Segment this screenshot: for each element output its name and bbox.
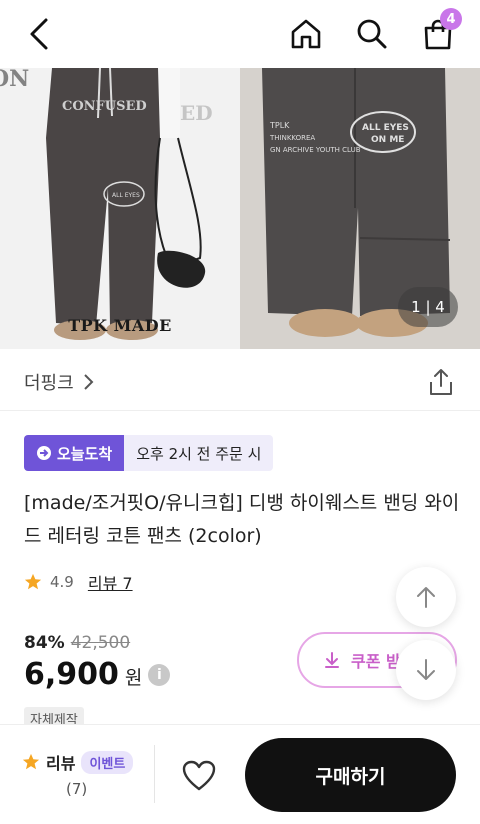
share-icon <box>430 369 452 395</box>
svg-text:THINKKOREA: THINKKOREA <box>269 134 315 142</box>
download-icon <box>325 652 339 668</box>
currency-unit: 원 <box>124 667 143 689</box>
bottom-action-bar: 리뷰 이벤트 (7) 구매하기 <box>0 724 480 824</box>
review-summary-button[interactable]: 리뷰 이벤트 (7) <box>22 750 152 798</box>
delivery-tag-label: 오늘도착 <box>57 444 113 463</box>
search-icon <box>357 19 387 49</box>
product-photo-left: ON ED CONFUSED ALL EYES TPK MADE <box>0 68 240 349</box>
product-image-carousel[interactable]: ON ED CONFUSED ALL EYES TPK MADE TPLK TH… <box>0 68 480 349</box>
sale-price: 6,900 <box>24 657 119 692</box>
arrow-circle-icon <box>37 446 51 460</box>
wishlist-button[interactable] <box>178 755 220 797</box>
cart-button[interactable]: 4 <box>416 8 462 56</box>
review-label: 리뷰 <box>46 754 76 773</box>
cart-count-badge: 4 <box>440 8 462 30</box>
arrow-down-icon <box>417 659 435 680</box>
coupon-label: 쿠폰 받 <box>351 652 401 671</box>
top-bar: 4 <box>0 0 480 68</box>
svg-text:ON: ON <box>0 68 29 92</box>
info-icon[interactable]: i <box>148 663 171 686</box>
discount-row: 84% 42,500 <box>24 633 130 653</box>
review-count: (7) <box>66 780 88 798</box>
today-delivery-tag: 오늘도착 <box>24 435 125 471</box>
scroll-bottom-button[interactable] <box>396 640 456 700</box>
chevron-left-icon <box>30 18 48 50</box>
back-button[interactable] <box>18 12 62 56</box>
brand-caption: TPK MADE <box>68 316 172 335</box>
home-button[interactable] <box>284 12 328 56</box>
delivery-badge: 오늘도착 오후 2시 전 주문 시 <box>24 435 274 471</box>
svg-text:ALL EYES: ALL EYES <box>362 123 409 133</box>
model-pants-illustration: ON ED CONFUSED ALL EYES <box>0 68 240 349</box>
heart-icon <box>182 760 216 791</box>
rating-score: 4.9 <box>50 573 74 591</box>
review-link[interactable]: 리뷰 7 <box>88 570 133 594</box>
product-title: [made/조거핏O/유니크힙] 디뱅 하이웨스트 밴딩 와이드 레터링 코튼 … <box>24 492 460 547</box>
svg-text:TPLK: TPLK <box>269 121 290 130</box>
divider <box>154 745 155 803</box>
svg-text:ON ME: ON ME <box>371 135 404 145</box>
share-button[interactable] <box>426 367 456 397</box>
chevron-right-icon <box>83 374 94 390</box>
price-row: 6,900 원 i <box>24 657 171 692</box>
search-button[interactable] <box>350 12 394 56</box>
delivery-cutoff: 오후 2시 전 주문 시 <box>124 435 274 471</box>
home-icon <box>291 19 321 49</box>
discount-percent: 84% <box>24 633 65 653</box>
brand-row: 더핑크 <box>0 349 480 411</box>
svg-text:ED: ED <box>180 101 213 125</box>
scroll-top-button[interactable] <box>396 567 456 627</box>
original-price: 42,500 <box>70 633 131 653</box>
arrow-up-icon <box>417 587 435 608</box>
image-counter: 1 | 4 <box>398 287 458 327</box>
rating-row: 4.9 리뷰 7 <box>24 570 133 594</box>
svg-text:ALL EYES: ALL EYES <box>112 192 140 199</box>
buy-button[interactable]: 구매하기 <box>245 738 456 812</box>
event-badge: 이벤트 <box>81 750 134 774</box>
star-icon <box>24 573 42 590</box>
svg-text:CONFUSED: CONFUSED <box>62 99 147 114</box>
svg-text:GN ARCHIVE YOUTH CLUB: GN ARCHIVE YOUTH CLUB <box>270 146 361 154</box>
star-icon <box>22 753 40 770</box>
brand-name: 더핑크 <box>24 373 74 394</box>
brand-link[interactable]: 더핑크 <box>24 369 94 395</box>
